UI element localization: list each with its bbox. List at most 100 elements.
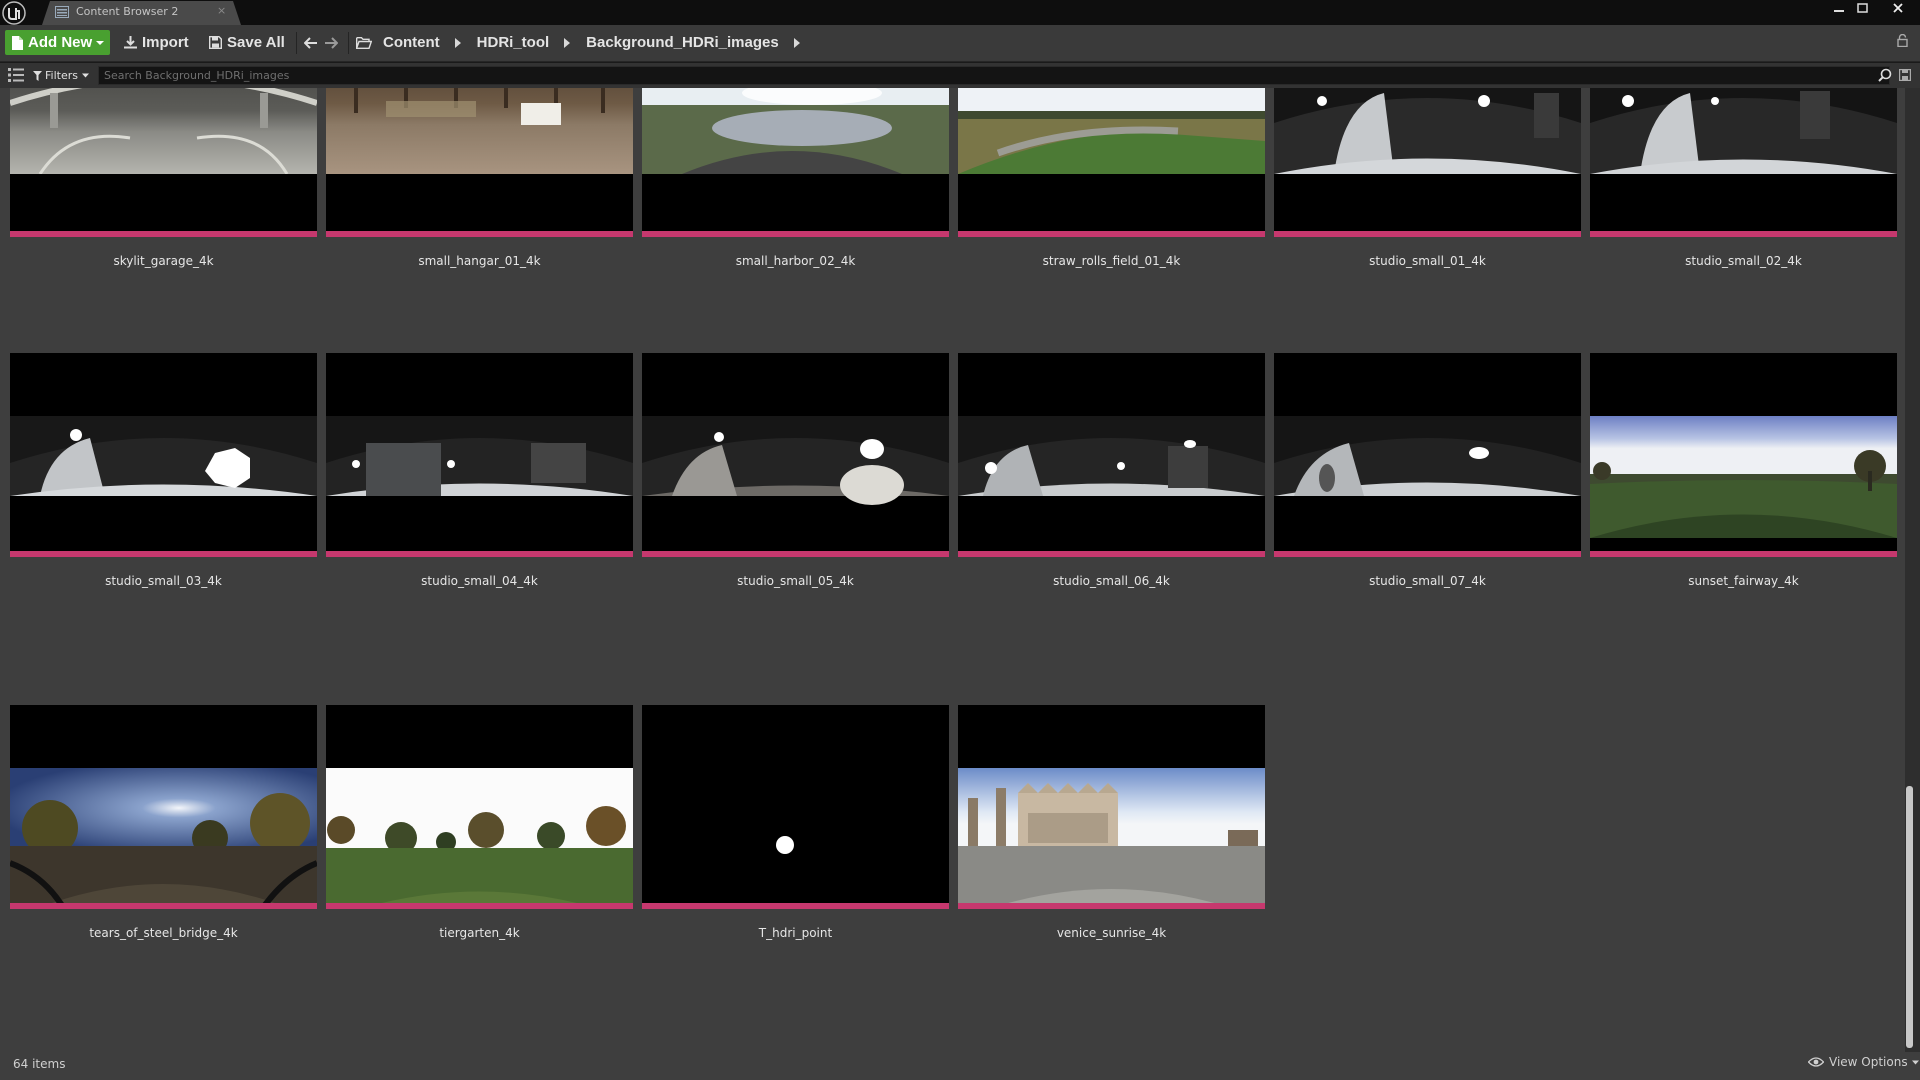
asset-type-bar (1590, 551, 1897, 557)
hdri-harbor-thumbnail (642, 88, 949, 231)
hdri-studio-thumbnail (326, 353, 633, 551)
search-input[interactable] (98, 66, 1890, 85)
asset-tile[interactable]: studio_small_01_4k (1274, 88, 1581, 268)
asset-tile[interactable]: studio_small_04_4k (326, 353, 633, 588)
arrow-left-icon (304, 36, 317, 49)
asset-type-bar (1274, 231, 1581, 237)
asset-name: straw_rolls_field_01_4k (1042, 254, 1181, 268)
breadcrumb-arrow-icon[interactable] (564, 37, 571, 48)
asset-tile[interactable]: studio_small_06_4k (958, 353, 1265, 588)
back-button[interactable] (304, 30, 318, 55)
asset-type-bar (642, 231, 949, 237)
asset-tile[interactable]: studio_small_02_4k (1590, 88, 1897, 268)
asset-tile[interactable]: studio_small_05_4k (642, 353, 949, 588)
breadcrumb-background-hdri-images[interactable]: Background_HDRi_images (586, 34, 779, 51)
view-options-label: View Options (1829, 1055, 1908, 1069)
asset-name: venice_sunrise_4k (1056, 926, 1167, 940)
hdri-studio-thumbnail (642, 353, 949, 551)
asset-type-bar (326, 231, 633, 237)
breadcrumb-arrow-icon[interactable] (793, 37, 800, 48)
filters-button[interactable]: Filters (33, 66, 89, 85)
forward-button[interactable] (324, 30, 338, 55)
sources-panel-toggle-icon[interactable] (8, 68, 24, 82)
asset-type-bar (1274, 551, 1581, 557)
asset-type-bar (642, 903, 949, 909)
asset-tile[interactable]: venice_sunrise_4k (958, 705, 1265, 940)
toolbar: Add New Import Save All Content HDRi_too… (0, 25, 1920, 62)
restore-icon[interactable] (1851, 0, 1875, 16)
tab-title: Content Browser 2 (76, 5, 179, 18)
asset-name: skylit_garage_4k (113, 254, 214, 268)
save-all-label: Save All (227, 34, 285, 51)
view-options-button[interactable]: View Options (1808, 1055, 1919, 1069)
hdri-studio-thumbnail (1274, 353, 1581, 551)
hdri-garage-thumbnail (10, 88, 317, 231)
item-count: 64 items (13, 1057, 66, 1071)
import-icon (124, 36, 137, 49)
new-file-icon (12, 35, 23, 50)
title-bar: Content Browser 2 × (0, 0, 1920, 25)
asset-type-bar (958, 231, 1265, 237)
asset-name: studio_small_03_4k (105, 574, 222, 588)
asset-tile[interactable]: tears_of_steel_bridge_4k (10, 705, 317, 940)
asset-name: tears_of_steel_bridge_4k (89, 926, 238, 940)
asset-tile[interactable]: skylit_garage_4k (10, 88, 317, 268)
asset-tile[interactable]: straw_rolls_field_01_4k (958, 88, 1265, 268)
close-icon[interactable] (1883, 0, 1913, 16)
save-all-button[interactable]: Save All (209, 30, 285, 55)
asset-type-bar (326, 903, 633, 909)
texture-point-thumbnail (642, 705, 949, 903)
asset-name: tiergarten_4k (439, 926, 520, 940)
asset-tile[interactable]: studio_small_07_4k (1274, 353, 1581, 588)
toolbar-divider (296, 32, 297, 54)
asset-tile[interactable]: sunset_fairway_4k (1590, 353, 1897, 588)
filter-icon (33, 70, 42, 81)
save-icon (209, 36, 222, 49)
asset-name: small_hangar_01_4k (418, 254, 541, 268)
breadcrumb-hdri-tool[interactable]: HDRi_tool (477, 34, 550, 51)
asset-name: studio_small_06_4k (1053, 574, 1170, 588)
asset-name: small_harbor_02_4k (735, 254, 856, 268)
asset-type-bar (958, 903, 1265, 909)
minimize-icon[interactable] (1827, 0, 1851, 16)
dropdown-arrow-icon (81, 73, 89, 78)
lock-icon[interactable] (1897, 34, 1908, 47)
breadcrumb: Content HDRi_tool Background_HDRi_images (356, 30, 816, 55)
dropdown-arrow-icon (1911, 1060, 1919, 1064)
add-new-button[interactable]: Add New (5, 30, 110, 55)
search-row: Filters (0, 63, 1920, 88)
asset-grid: skylit_garage_4k small_hangar_01_4k smal… (0, 88, 1905, 1052)
hdri-venice-thumbnail (958, 705, 1265, 903)
asset-tile[interactable]: small_harbor_02_4k (642, 88, 949, 268)
toolbar-divider (348, 32, 349, 54)
hdri-studio-thumbnail (958, 353, 1265, 551)
tab-close-icon[interactable]: × (217, 4, 226, 17)
folder-open-icon[interactable] (356, 36, 372, 49)
asset-tile[interactable]: small_hangar_01_4k (326, 88, 633, 268)
asset-type-bar (10, 551, 317, 557)
asset-tile[interactable]: studio_small_03_4k (10, 353, 317, 588)
asset-name: studio_small_07_4k (1369, 574, 1486, 588)
search-icon[interactable] (1878, 68, 1892, 82)
hdri-bridge-thumbnail (10, 705, 317, 903)
hdri-studio-thumbnail (1590, 88, 1897, 231)
asset-name: T_hdri_point (758, 926, 833, 940)
eye-icon (1808, 1057, 1824, 1067)
save-search-icon[interactable] (1899, 69, 1911, 81)
unreal-engine-logo-icon[interactable] (2, 1, 26, 25)
hdri-studio-thumbnail (1274, 88, 1581, 231)
import-label: Import (142, 34, 189, 51)
asset-type-bar (326, 551, 633, 557)
grid-scrollbar-thumb[interactable] (1906, 786, 1913, 1048)
arrow-right-icon (325, 36, 338, 49)
hdri-studio-thumbnail (10, 353, 317, 551)
import-button[interactable]: Import (124, 30, 189, 55)
status-bar (0, 1052, 1920, 1080)
breadcrumb-arrow-icon[interactable] (454, 37, 461, 48)
asset-tile[interactable]: tiergarten_4k (326, 705, 633, 940)
asset-type-bar (958, 551, 1265, 557)
breadcrumb-content[interactable]: Content (383, 34, 440, 51)
asset-tile[interactable]: T_hdri_point (642, 705, 949, 940)
hdri-field-thumbnail (958, 88, 1265, 231)
asset-name: studio_small_02_4k (1685, 254, 1802, 268)
